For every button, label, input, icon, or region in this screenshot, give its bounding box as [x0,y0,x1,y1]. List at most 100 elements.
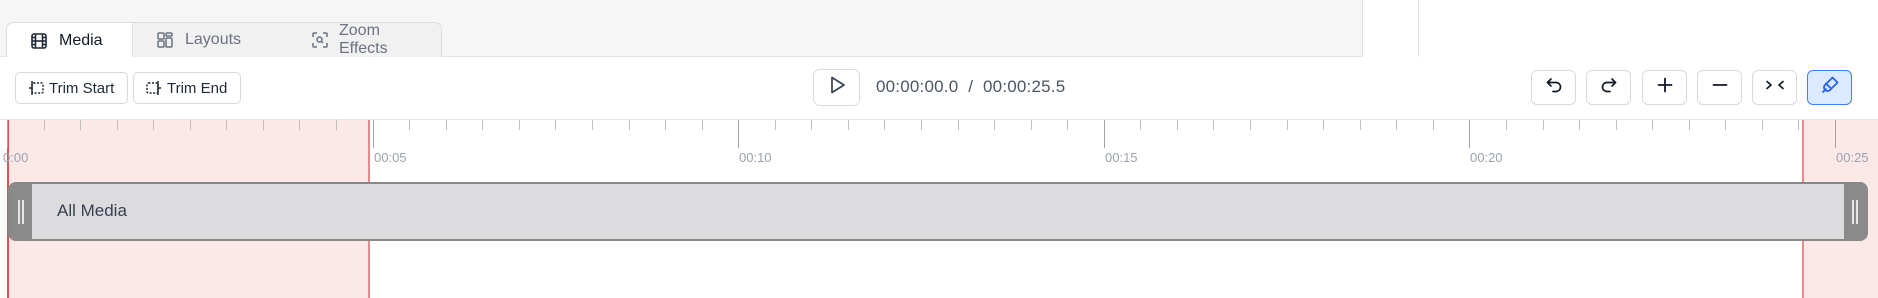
ruler-minor-tick [446,120,447,130]
tab-layouts[interactable]: Layouts [133,23,289,57]
ruler-minor-tick [482,120,483,130]
ruler-minor-tick [1652,120,1653,130]
current-time: 00:00:00.0 [876,77,959,96]
ruler-minor-tick [1689,120,1690,130]
ruler-minor-tick [555,120,556,130]
ruler-minor-tick [958,120,959,130]
undo-button[interactable] [1531,70,1576,105]
magnet-snap-icon [1819,74,1841,101]
ruler-label: 00:25 [1836,150,1869,165]
clip-right-handle[interactable] [1844,184,1866,239]
trim-end-button[interactable]: Trim End [133,72,241,104]
ruler-major-tick [7,120,8,148]
ruler-minor-tick [629,120,630,130]
ruler-minor-tick [1250,120,1251,130]
ruler-minor-tick [775,120,776,130]
ruler-minor-tick [1213,120,1214,130]
ruler-minor-tick [1506,120,1507,130]
tab-zoom-effects[interactable]: Zoom Effects [289,22,441,57]
ruler-minor-tick [1287,120,1288,130]
ruler-minor-tick [1579,120,1580,130]
ruler-label: 00:20 [1470,150,1503,165]
trim-start-label: Trim Start [49,79,115,97]
layout-grid-icon [155,30,175,50]
snap-toggle-button[interactable] [1807,70,1852,105]
ruler-minor-tick [519,120,520,130]
ruler-minor-tick [884,120,885,130]
ruler-minor-tick [1067,120,1068,130]
ruler-major-tick [738,120,739,148]
ruler-major-tick [1104,120,1105,148]
ruler-minor-tick [1140,120,1141,130]
timeline-toolbar: Trim Start Trim End 00:00:00.0 / 00:00:2… [0,57,1878,119]
ruler-minor-tick [1543,120,1544,130]
redo-button[interactable] [1586,70,1631,105]
ruler-minor-tick [226,120,227,130]
ruler-major-tick [1835,120,1836,148]
trim-start-icon [27,79,45,97]
ruler-minor-tick [1798,120,1799,130]
zoom-in-button[interactable] [1642,70,1687,105]
grip-icon [1852,199,1858,224]
ruler-minor-tick [592,120,593,130]
ruler-minor-tick [80,120,81,130]
ruler-minor-tick [1177,120,1178,130]
film-icon [29,31,49,51]
ruler-minor-tick [299,120,300,130]
time-separator: / [968,77,974,96]
ruler-minor-tick [1396,120,1397,130]
zoom-in-plus-icon [1655,75,1675,100]
tab-zoom-effects-label: Zoom Effects [339,22,388,57]
ruler-label: 0:00 [3,150,29,165]
ruler-minor-tick [994,120,995,130]
undo-icon [1544,75,1564,100]
ruler-major-tick [1469,120,1470,148]
timecode-display: 00:00:00.0 / 00:00:25.5 [876,77,1065,97]
play-button[interactable] [813,69,860,106]
ruler-minor-tick [1616,120,1617,130]
side-panel-header [1362,0,1878,57]
total-time: 00:00:25.5 [983,77,1066,96]
tab-group: Media Layouts Zoom Effects [6,22,442,58]
ruler-minor-tick [1762,120,1763,130]
ruler-minor-tick [263,120,264,130]
trim-end-icon [145,79,163,97]
ruler-minor-tick [665,120,666,130]
clip-label: All Media [57,201,127,220]
ruler-minor-tick [848,120,849,130]
ruler-minor-tick [44,120,45,130]
tab-media[interactable]: Media [7,23,133,58]
ruler-label: 00:15 [1105,150,1138,165]
zoom-out-minus-icon [1710,75,1730,100]
collapse-button[interactable] [1752,70,1797,105]
play-icon [826,74,848,101]
timeline-track-area[interactable]: 0:00 00:05 00:10 00:15 00:20 00:25 All Media [0,119,1878,298]
tab-bar: Media Layouts Zoom Effects [0,0,1878,58]
grip-icon [18,199,24,224]
collapse-icon [1764,75,1786,100]
ruler-minor-tick [702,120,703,130]
ruler-label: 00:05 [374,150,407,165]
ruler-minor-tick [1725,120,1726,130]
trim-start-button[interactable]: Trim Start [15,72,128,104]
ruler-label: 00:10 [739,150,772,165]
ruler-minor-tick [117,120,118,130]
redo-icon [1599,75,1619,100]
ruler-minor-tick [153,120,154,130]
ruler-minor-tick [409,120,410,130]
media-clip[interactable]: All Media [8,182,1868,241]
zoom-out-button[interactable] [1697,70,1742,105]
zoom-focus-icon [311,30,329,50]
panel-divider [1418,0,1419,57]
ruler-major-tick [373,120,374,148]
ruler-minor-tick [921,120,922,130]
ruler-minor-tick [1360,120,1361,130]
ruler-minor-tick [1323,120,1324,130]
ruler-minor-tick [1031,120,1032,130]
clip-left-handle[interactable] [10,184,32,239]
ruler-minor-tick [1433,120,1434,130]
ruler-minor-tick [336,120,337,130]
ruler-minor-tick [190,120,191,130]
ruler-minor-tick [811,120,812,130]
tab-media-label: Media [59,31,103,49]
